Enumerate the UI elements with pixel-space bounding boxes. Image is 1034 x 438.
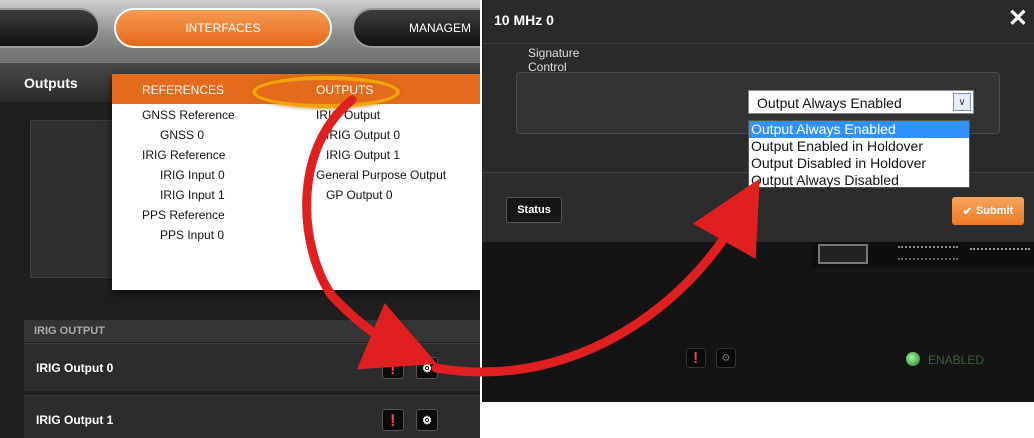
enabled-status-text: ENABLED: [928, 353, 985, 367]
table-row: IRIG Output 0 ❗ ⚙: [24, 343, 480, 391]
option-always-enabled[interactable]: Output Always Enabled: [749, 121, 969, 138]
chevron-down-icon[interactable]: ∨: [953, 93, 971, 111]
info-icon[interactable]: ❗: [382, 409, 404, 431]
status-led-icon: [906, 352, 920, 366]
submit-button-label: Submit: [975, 205, 1014, 217]
gear-icon: ⚙: [716, 348, 736, 368]
device-hardware-image: [812, 242, 1034, 268]
irig-output-row-label: IRIG Output 1: [36, 412, 114, 427]
top-navigation-bar: INTERFACES MANAGEM: [0, 0, 480, 62]
table-row: IRIG Output 1 ❗ ⚙: [24, 395, 480, 438]
gear-icon[interactable]: ⚙: [416, 357, 438, 379]
signature-options-list: Output Always Enabled Output Enabled in …: [748, 120, 970, 188]
nav-tab-interfaces-label: INTERFACES: [185, 21, 261, 35]
hardware-port-icon: [818, 244, 868, 264]
menu-item-gnss-0[interactable]: GNSS 0: [160, 128, 204, 142]
dialog-title-bar: 10 MHz 0 ✕: [482, 0, 1034, 44]
nav-tab-previous[interactable]: [0, 8, 100, 48]
check-icon: ✔: [962, 205, 972, 218]
info-icon[interactable]: ❗: [382, 357, 404, 379]
nav-tab-management[interactable]: MANAGEM: [352, 8, 480, 48]
menu-item-gnss-reference[interactable]: GNSS Reference: [142, 108, 235, 122]
nav-tab-management-label: MANAGEM: [409, 21, 472, 35]
option-disabled-in-holdover[interactable]: Output Disabled in Holdover: [749, 155, 969, 172]
dialog-title: 10 MHz 0: [494, 12, 554, 28]
menu-item-general-purpose-output[interactable]: General Purpose Output: [316, 168, 446, 182]
outputs-content-box: [30, 120, 120, 278]
info-icon: ❗: [686, 348, 706, 368]
signature-control-select[interactable]: Output Always Enabled ∨: [748, 90, 974, 114]
menu-item-irig-output-0[interactable]: IRIG Output 0: [326, 128, 400, 142]
web-ui-panel: INTERFACES MANAGEM Outputs IRIG OUTPUT I…: [0, 0, 480, 438]
menu-header: REFERENCES OUTPUTS: [112, 74, 480, 108]
irig-output-row-label: IRIG Output 0: [36, 360, 114, 375]
menu-item-irig-output-1[interactable]: IRIG Output 1: [326, 148, 400, 162]
select-current-value: Output Always Enabled: [757, 95, 902, 111]
option-always-disabled[interactable]: Output Always Disabled: [749, 172, 969, 189]
close-icon[interactable]: ✕: [1008, 4, 1028, 33]
page-title: Outputs: [24, 75, 78, 91]
irig-output-section-header: IRIG OUTPUT: [24, 320, 480, 342]
output-config-dialog: 10 MHz 0 ✕ Signature Control Output Alwa…: [482, 0, 1034, 402]
submit-button[interactable]: ✔ Submit: [952, 197, 1024, 225]
menu-tab-references[interactable]: REFERENCES: [142, 83, 224, 97]
menu-item-irig-input-0[interactable]: IRIG Input 0: [160, 168, 225, 182]
hardware-vent-icon: [970, 248, 1030, 258]
status-button[interactable]: Status: [506, 197, 562, 223]
menu-item-irig-output[interactable]: IRIG Output: [316, 108, 380, 122]
signature-control-label: Signature Control: [528, 46, 580, 74]
menu-item-pps-reference[interactable]: PPS Reference: [142, 208, 225, 222]
menu-item-irig-input-1[interactable]: IRIG Input 1: [160, 188, 225, 202]
outputs-highlight-ellipse: [252, 76, 400, 108]
menu-item-pps-input-0[interactable]: PPS Input 0: [160, 228, 224, 242]
interfaces-dropdown-menu: REFERENCES OUTPUTS GNSS Reference GNSS 0…: [112, 74, 480, 290]
menu-item-irig-reference[interactable]: IRIG Reference: [142, 148, 225, 162]
hardware-vent-icon: [898, 246, 958, 260]
nav-tab-interfaces[interactable]: INTERFACES: [114, 8, 332, 48]
menu-item-gp-output-0[interactable]: GP Output 0: [326, 188, 393, 202]
gear-icon[interactable]: ⚙: [416, 409, 438, 431]
option-enabled-in-holdover[interactable]: Output Enabled in Holdover: [749, 138, 969, 155]
